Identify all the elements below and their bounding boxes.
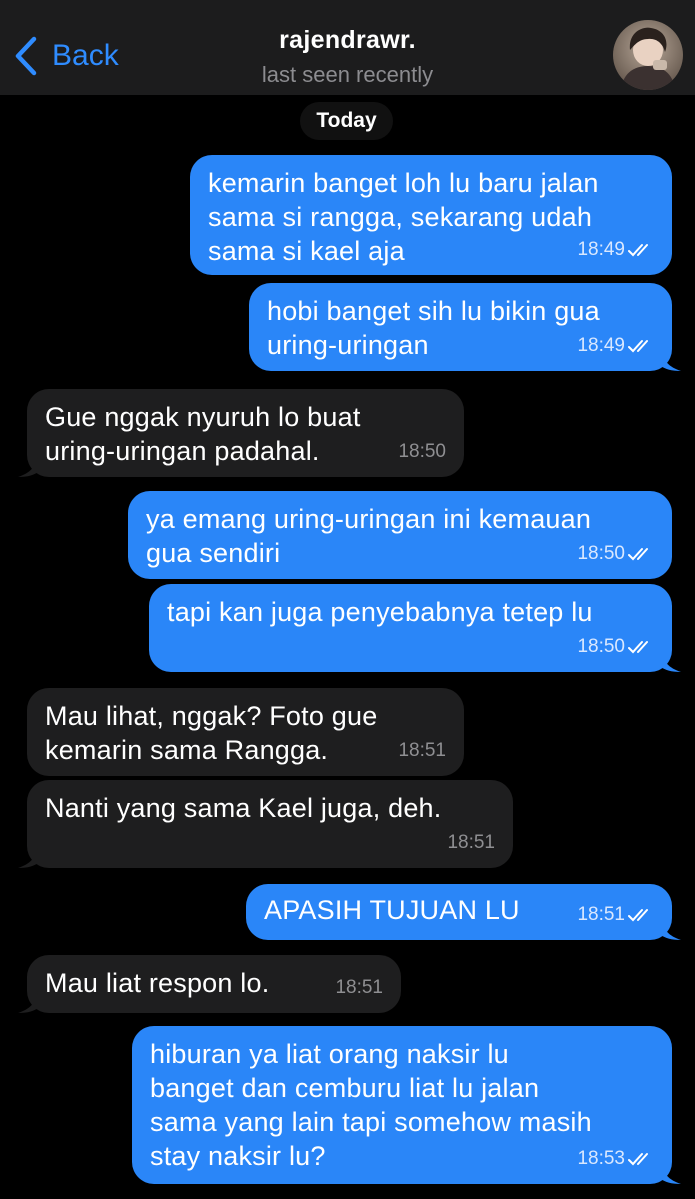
double-check-icon (628, 1153, 648, 1166)
double-check-icon (628, 909, 648, 922)
double-check-icon (628, 244, 648, 257)
message-text: tapi kan juga penyebabnya tetep lu (167, 597, 593, 627)
date-separator: Today (300, 102, 393, 140)
avatar[interactable] (613, 20, 683, 90)
double-check-icon (628, 340, 648, 353)
message-text: Mau liat respon lo. (45, 968, 270, 998)
message-bubble-outgoing[interactable]: kemarin banget loh lu baru jalan sama si… (190, 155, 672, 275)
message-meta: 18:51 (335, 971, 383, 1005)
message-bubble-incoming[interactable]: Nanti yang sama Kael juga, deh. 18:51 (18, 780, 513, 868)
message-bubble-outgoing[interactable]: tapi kan juga penyebabnya tetep lu 18:50 (149, 584, 681, 672)
message-meta: 18:53 (577, 1142, 654, 1176)
message-bubble-outgoing[interactable]: ya emang uring-uringan ini kemauan gua s… (128, 491, 672, 579)
message-time: 18:51 (398, 740, 446, 761)
message-bubble-incoming[interactable]: Mau lihat, nggak? Foto gue kemarin sama … (27, 688, 464, 776)
message-meta: 18:50 (577, 537, 654, 571)
double-check-icon (628, 548, 648, 561)
message-time: 18:50 (577, 636, 625, 657)
message-bubble-incoming[interactable]: Gue nggak nyuruh lo buat uring-uringan p… (18, 389, 464, 477)
message-time: 18:51 (447, 832, 495, 853)
message-time: 18:53 (577, 1148, 625, 1169)
message-bubble-outgoing[interactable]: hobi banget sih lu bikin gua uring-uring… (249, 283, 681, 371)
message-time: 18:51 (577, 904, 625, 925)
message-time: 18:49 (577, 239, 625, 260)
message-meta: 18:49 (577, 329, 654, 363)
message-meta: 18:50 (577, 630, 654, 664)
contact-name[interactable]: rajendrawr. (0, 26, 695, 55)
message-text: Nanti yang sama Kael juga, deh. (45, 793, 442, 823)
message-meta: 18:51 (447, 826, 495, 860)
message-text: Mau lihat, nggak? Foto gue kemarin sama … (45, 701, 378, 765)
message-time: 18:50 (398, 441, 446, 462)
message-bubble-outgoing[interactable]: APASIH TUJUAN LU 18:51 (246, 884, 681, 940)
message-time: 18:49 (577, 335, 625, 356)
message-text: Gue nggak nyuruh lo buat uring-uringan p… (45, 402, 361, 466)
contact-status: last seen recently (261, 62, 434, 87)
message-time: 18:51 (335, 977, 383, 998)
message-bubble-outgoing[interactable]: hiburan ya liat orang naksir lu banget d… (132, 1026, 681, 1184)
message-time: 18:50 (577, 543, 625, 564)
message-meta: 18:51 (577, 898, 654, 932)
message-meta: 18:50 (398, 435, 446, 469)
chat-header: Back rajendrawr. last seen recently (0, 0, 695, 95)
message-meta: 18:51 (398, 734, 446, 768)
message-meta: 18:49 (577, 233, 654, 267)
message-bubble-incoming[interactable]: Mau liat respon lo. 18:51 (18, 955, 401, 1013)
double-check-icon (628, 641, 648, 654)
